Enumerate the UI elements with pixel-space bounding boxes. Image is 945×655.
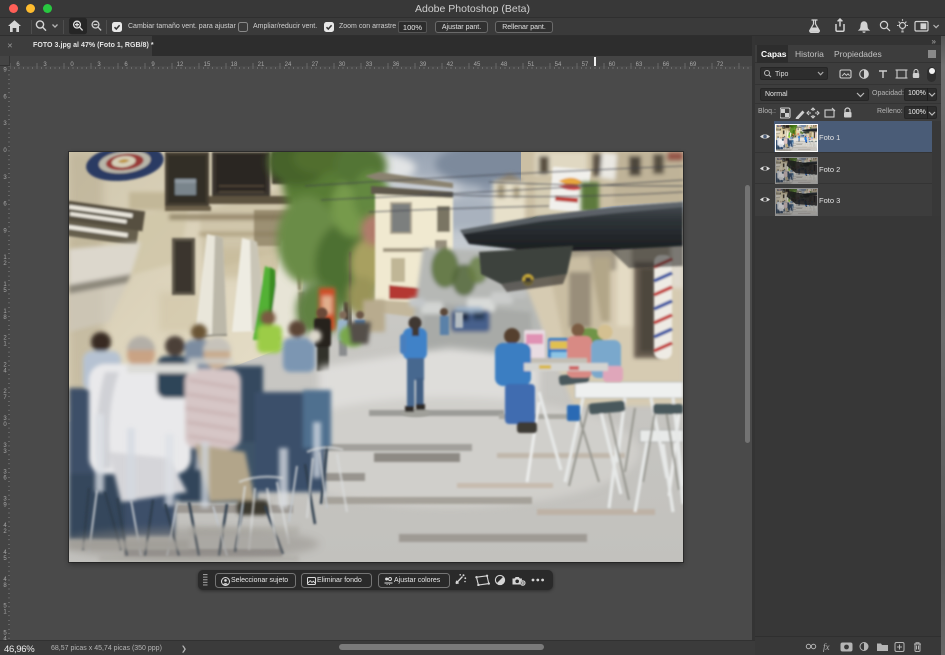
svg-text:48: 48 [501, 62, 508, 68]
svg-text:7: 7 [3, 395, 7, 401]
svg-text:72: 72 [717, 62, 724, 68]
svg-text:69: 69 [690, 62, 697, 68]
svg-text:8: 8 [3, 583, 7, 589]
svg-text:5: 5 [3, 288, 7, 294]
svg-text:3: 3 [3, 121, 7, 127]
svg-text:9: 9 [151, 62, 155, 68]
svg-text:fx: fx [823, 642, 830, 652]
svg-text:6: 6 [3, 476, 7, 482]
svg-text:5: 5 [3, 556, 7, 562]
svg-text:6: 6 [3, 202, 7, 208]
svg-text:57: 57 [582, 62, 589, 68]
svg-text:1: 1 [3, 342, 7, 348]
svg-text:1: 1 [3, 610, 7, 616]
svg-text:4: 4 [3, 368, 7, 374]
svg-text:9: 9 [3, 68, 7, 74]
svg-text:33: 33 [366, 62, 373, 68]
svg-text:9: 9 [3, 228, 7, 234]
svg-text:21: 21 [258, 62, 265, 68]
svg-text:3: 3 [97, 62, 101, 68]
svg-text:51: 51 [528, 62, 535, 68]
svg-text:66: 66 [663, 62, 670, 68]
svg-text:63: 63 [636, 62, 643, 68]
svg-text:3: 3 [43, 62, 47, 68]
svg-text:6: 6 [124, 62, 128, 68]
svg-text:8: 8 [3, 315, 7, 321]
svg-text:45: 45 [474, 62, 481, 68]
svg-text:24: 24 [285, 62, 292, 68]
svg-text:0: 0 [70, 62, 74, 68]
svg-text:3: 3 [3, 175, 7, 181]
svg-text:0: 0 [3, 422, 7, 428]
svg-text:39: 39 [420, 62, 427, 68]
svg-text:3: 3 [3, 449, 7, 455]
svg-text:0: 0 [3, 148, 7, 154]
svg-text:9: 9 [3, 502, 7, 508]
svg-text:54: 54 [555, 62, 562, 68]
svg-text:42: 42 [447, 62, 454, 68]
svg-text:6: 6 [16, 62, 20, 68]
svg-text:6: 6 [3, 94, 7, 100]
svg-text:30: 30 [339, 62, 346, 68]
svg-text:15: 15 [204, 62, 211, 68]
svg-text:12: 12 [177, 62, 184, 68]
svg-text:60: 60 [609, 62, 616, 68]
svg-text:2: 2 [3, 261, 7, 267]
svg-text:36: 36 [393, 62, 400, 68]
svg-text:27: 27 [312, 62, 319, 68]
svg-text:18: 18 [231, 62, 238, 68]
svg-text:2: 2 [3, 529, 7, 535]
